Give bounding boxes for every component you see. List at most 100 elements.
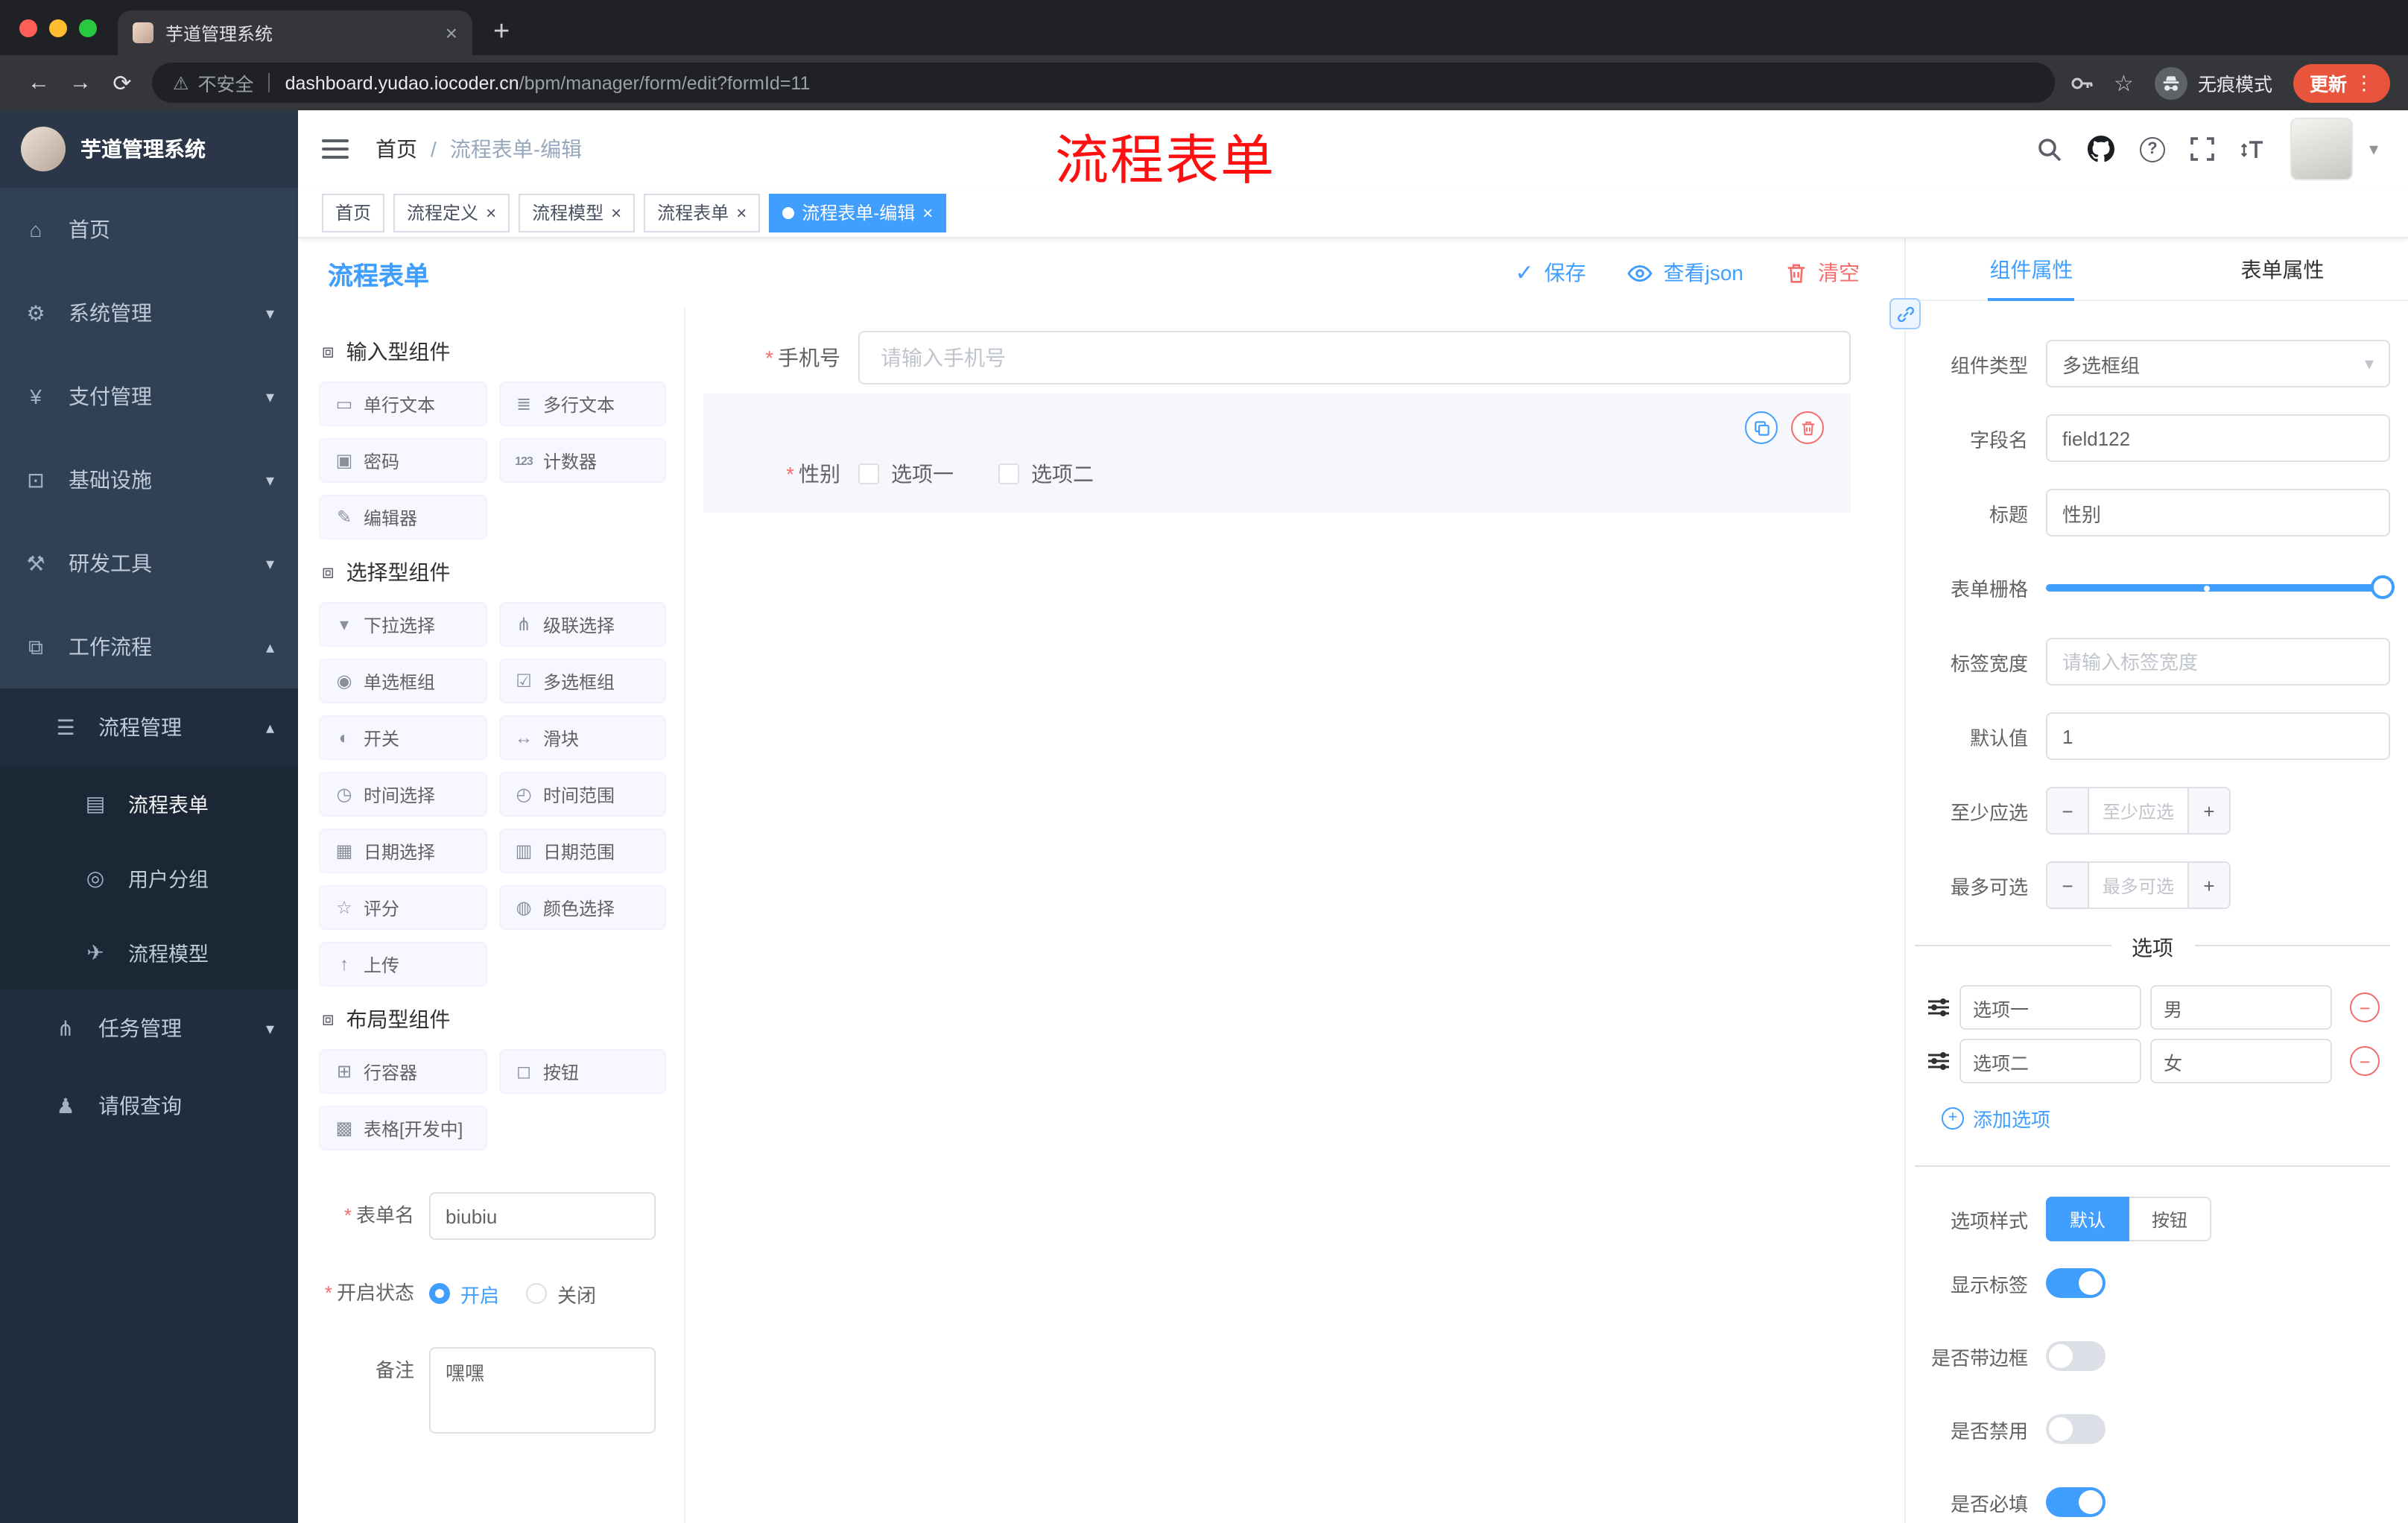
address-bar[interactable]: ⚠ 不安全 dashboard.yudao.iocoder.cn /bpm/ma… (152, 63, 2055, 103)
phone-field[interactable]: * 手机号 (703, 331, 1851, 384)
sidebar-item-user-group[interactable]: ◎ 用户分组 (0, 840, 298, 915)
forward-icon[interactable]: → (60, 70, 101, 95)
palette-item-date-picker[interactable]: ▦ 日期选择 (319, 829, 487, 873)
gender-field-selected[interactable]: * 性别 选项一 选项二 (703, 393, 1851, 513)
browser-tab[interactable]: 芋道管理系统 × (118, 10, 472, 55)
slider-handle[interactable] (2371, 575, 2395, 599)
form-name-input[interactable] (429, 1192, 656, 1240)
form-remark-textarea[interactable]: 嘿嘿 (429, 1347, 656, 1434)
new-tab-button[interactable]: + (493, 18, 510, 46)
palette-item-editor[interactable]: ✎ 编辑器 (319, 495, 487, 539)
status-radio-off[interactable]: 关闭 (526, 1279, 596, 1308)
palette-item-upload[interactable]: ↑ 上传 (319, 942, 487, 987)
status-radio-on[interactable]: 开启 (429, 1279, 499, 1308)
gender-option-1[interactable]: 选项一 (858, 459, 954, 489)
tag-close-icon[interactable]: × (611, 203, 621, 221)
title-input[interactable] (2046, 489, 2390, 536)
border-toggle[interactable] (2046, 1341, 2106, 1371)
style-default-button[interactable]: 默认 (2046, 1197, 2130, 1241)
copy-component-button[interactable] (1745, 411, 1778, 444)
view-json-button[interactable]: 查看json (1628, 258, 1743, 288)
font-size-icon[interactable] (2240, 138, 2265, 160)
palette-item-date-range[interactable]: ▥ 日期范围 (498, 829, 666, 873)
option-name-input[interactable] (1959, 985, 2141, 1030)
palette-item-time-picker[interactable]: ◷ 时间选择 (319, 772, 487, 817)
save-button[interactable]: ✓ 保存 (1515, 258, 1585, 288)
bookmark-star-icon[interactable]: ☆ (2114, 69, 2134, 96)
tag-process-model[interactable]: 流程模型 × (519, 193, 636, 232)
tag-close-icon[interactable]: × (736, 203, 747, 221)
github-icon[interactable] (2087, 136, 2114, 162)
breadcrumb-home[interactable]: 首页 (376, 134, 417, 164)
tag-process-form[interactable]: 流程表单 × (644, 193, 761, 232)
label-width-input[interactable] (2046, 638, 2390, 685)
palette-item-radio-group[interactable]: ◉ 单选框组 (319, 659, 487, 703)
security-label[interactable]: 不安全 (198, 69, 254, 97)
remove-option-button[interactable]: − (2350, 1046, 2380, 1076)
hamburger-icon[interactable] (322, 137, 349, 161)
add-option-button[interactable]: + 添加选项 (1942, 1104, 2050, 1133)
palette-item-multi-line-text[interactable]: ≣ 多行文本 (498, 381, 666, 426)
required-toggle[interactable] (2046, 1487, 2106, 1517)
decrease-button[interactable]: − (2047, 788, 2089, 833)
avatar-caret-icon[interactable]: ▾ (2369, 139, 2378, 159)
sidebar-item-system-management[interactable]: ⚙ 系统管理 ▾ (0, 271, 298, 355)
palette-item-button[interactable]: ◻ 按钮 (498, 1049, 666, 1094)
search-icon[interactable] (2037, 136, 2062, 162)
palette-item-password[interactable]: ▣ 密码 (319, 438, 487, 483)
tab-component-props[interactable]: 组件属性 (1906, 238, 2157, 300)
component-type-select[interactable]: 多选框组 ▾ (2046, 340, 2390, 387)
avatar[interactable] (2290, 118, 2353, 180)
default-value-input[interactable] (2046, 712, 2390, 760)
gender-option-2[interactable]: 选项二 (998, 459, 1094, 489)
window-zoom-button[interactable] (79, 19, 97, 37)
window-minimize-button[interactable] (49, 19, 67, 37)
back-icon[interactable]: ← (18, 70, 60, 95)
checkbox-box[interactable] (998, 463, 1019, 484)
palette-item-checkbox-group[interactable]: ☑ 多选框组 (498, 659, 666, 703)
palette-item-color-picker[interactable]: ◍ 颜色选择 (498, 885, 666, 930)
checkbox-box[interactable] (858, 463, 879, 484)
sidebar-item-process-form[interactable]: ▤ 流程表单 (0, 766, 298, 840)
reload-icon[interactable]: ⟳ (101, 69, 143, 96)
tag-process-form-edit[interactable]: 流程表单-编辑 × (769, 193, 947, 232)
browser-update-button[interactable]: 更新 ⋮ (2293, 63, 2390, 102)
increase-button[interactable]: + (2187, 788, 2229, 833)
remove-option-button[interactable]: − (2350, 992, 2380, 1022)
clear-button[interactable]: 清空 (1785, 258, 1860, 288)
phone-input[interactable] (858, 331, 1851, 384)
palette-item-time-range[interactable]: ◴ 时间范围 (498, 772, 666, 817)
palette-item-counter[interactable]: 123 计数器 (498, 438, 666, 483)
sidebar-item-task-management[interactable]: ⋔ 任务管理 ▾ (0, 990, 298, 1067)
disabled-toggle[interactable] (2046, 1414, 2106, 1444)
palette-item-rate[interactable]: ☆ 评分 (319, 885, 487, 930)
palette-item-slider[interactable]: ↔ 滑块 (498, 715, 666, 760)
field-name-input[interactable] (2046, 414, 2390, 462)
sidebar-item-workflow[interactable]: ⧉ 工作流程 ▴ (0, 605, 298, 688)
max-select-value[interactable]: 最多可选 (2089, 863, 2187, 908)
tag-process-definition[interactable]: 流程定义 × (393, 193, 510, 232)
form-grid-slider[interactable] (2046, 563, 2395, 611)
tab-form-props[interactable]: 表单属性 (2157, 238, 2408, 300)
fullscreen-icon[interactable] (2190, 137, 2214, 161)
palette-item-switch[interactable]: ◐ 开关 (319, 715, 487, 760)
tag-home[interactable]: 首页 (322, 193, 385, 232)
palette-item-row-container[interactable]: ⊞ 行容器 (319, 1049, 487, 1094)
option-value-input[interactable] (2150, 1039, 2332, 1083)
show-label-toggle[interactable] (2046, 1268, 2106, 1298)
window-close-button[interactable] (19, 19, 37, 37)
increase-button[interactable]: + (2187, 863, 2229, 908)
decrease-button[interactable]: − (2047, 863, 2089, 908)
sidebar-item-process-model[interactable]: ✈ 流程模型 (0, 915, 298, 990)
palette-item-single-line-text[interactable]: ▭ 单行文本 (319, 381, 487, 426)
tag-close-icon[interactable]: × (486, 203, 496, 221)
browser-menu-icon[interactable]: ⋮ (2354, 71, 2374, 95)
palette-item-table[interactable]: ▩ 表格[开发中] (319, 1106, 487, 1150)
style-button-button[interactable]: 按钮 (2129, 1197, 2212, 1241)
link-icon[interactable] (1889, 298, 1921, 329)
option-drag-handle-icon[interactable] (1927, 995, 1951, 1019)
sidebar-item-dev-tools[interactable]: ⚒ 研发工具 ▾ (0, 522, 298, 605)
palette-item-select[interactable]: ▾ 下拉选择 (319, 602, 487, 647)
sidebar-item-leave-query[interactable]: ♟ 请假查询 (0, 1067, 298, 1144)
min-select-value[interactable]: 至少应选 (2089, 788, 2187, 833)
